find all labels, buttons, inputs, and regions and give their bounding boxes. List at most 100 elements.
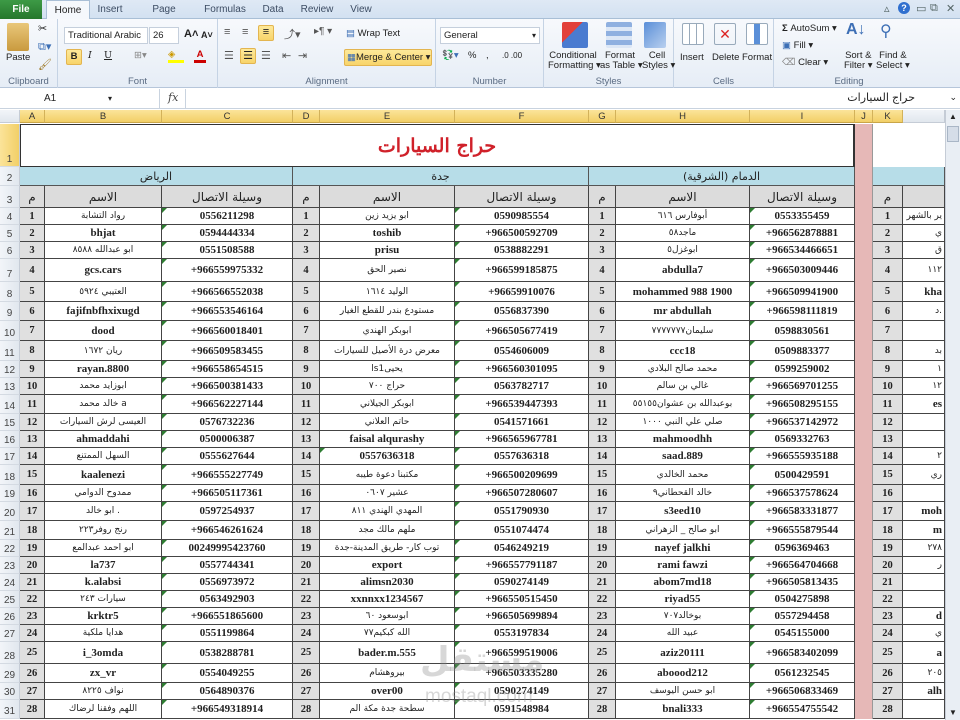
name-cell[interactable]: moh <box>903 502 945 521</box>
row-number[interactable]: 7 <box>20 321 45 341</box>
name-cell[interactable]: ملهم مالك مجد <box>320 521 455 540</box>
format-painter-icon[interactable]: 🖌 <box>38 58 52 71</box>
contact-cell[interactable]: +966537578624 <box>750 485 855 502</box>
align-right-icon[interactable]: ☰ <box>261 49 271 62</box>
scroll-down-arrow-icon[interactable]: ▼ <box>948 708 958 718</box>
row-number[interactable]: 22 <box>293 591 320 608</box>
format-button[interactable]: Format <box>742 52 772 63</box>
row-number[interactable]: 23 <box>293 608 320 625</box>
name-cell[interactable]: سيارات ٢٤٣ <box>45 591 162 608</box>
cell-styles-button[interactable]: Cell Styles ▾ <box>642 51 675 71</box>
contact-cell[interactable]: 0554049255 <box>162 664 293 683</box>
name-cell[interactable]: ي <box>903 625 945 642</box>
row-number[interactable]: 13 <box>20 431 45 448</box>
row-number[interactable]: 1 <box>20 208 45 225</box>
contact-cell[interactable]: 0590274149 <box>455 574 589 591</box>
row-number[interactable]: 16 <box>20 485 45 502</box>
row-number[interactable]: 9 <box>20 361 45 378</box>
row-number[interactable]: 18 <box>20 521 45 540</box>
contact-cell[interactable]: 0554606009 <box>455 341 589 361</box>
name-cell[interactable]: es <box>903 395 945 414</box>
row-number[interactable]: 28 <box>873 700 903 719</box>
column-header-f[interactable]: F <box>455 110 589 123</box>
name-cell[interactable]: اللهم وفقنا لرضاك <box>45 700 162 719</box>
contact-cell[interactable]: +966551865600 <box>162 608 293 625</box>
name-cell[interactable]: krktr5 <box>45 608 162 625</box>
name-cell[interactable]: over00 <box>320 683 455 700</box>
name-cell[interactable]: ق <box>903 242 945 259</box>
name-cell[interactable]: بوعبدالله بن عشوان٥٥١٥٥ <box>616 395 750 414</box>
contact-cell[interactable]: +966560301095 <box>455 361 589 378</box>
window-minimize-icon[interactable]: ▭ <box>916 2 926 15</box>
row-header[interactable]: 10 <box>0 321 20 341</box>
row-header[interactable]: 2 <box>0 167 20 186</box>
row-number[interactable]: 13 <box>293 431 320 448</box>
row-number[interactable]: 5 <box>873 282 903 302</box>
row-number[interactable]: 21 <box>589 574 616 591</box>
row-number[interactable]: 10 <box>293 378 320 395</box>
sort-filter-icon[interactable]: A↓ <box>846 21 866 39</box>
name-cell[interactable] <box>903 414 945 431</box>
row-number[interactable]: 14 <box>873 448 903 465</box>
row-number[interactable]: 26 <box>589 664 616 683</box>
row-number[interactable]: 2 <box>20 225 45 242</box>
name-cell[interactable]: nayef jalkhi <box>616 540 750 557</box>
row-header[interactable]: 6 <box>0 242 20 259</box>
contact-cell[interactable]: +966583331877 <box>750 502 855 521</box>
cut-icon[interactable]: ✂ <box>38 22 47 35</box>
borders-icon[interactable]: ⊞▾ <box>134 50 147 61</box>
contact-cell[interactable]: 0551199864 <box>162 625 293 642</box>
contact-cell[interactable]: +966598111819 <box>750 302 855 321</box>
name-cell[interactable]: ahmaddahi <box>45 431 162 448</box>
row-header[interactable]: 29 <box>0 664 20 683</box>
name-cell[interactable]: السهل الممتنع <box>45 448 162 465</box>
tab-view[interactable]: View <box>346 0 376 19</box>
row-number[interactable]: 24 <box>293 625 320 642</box>
contact-cell[interactable]: 0500429591 <box>750 465 855 485</box>
row-number[interactable]: 14 <box>293 448 320 465</box>
name-cell[interactable]: export <box>320 557 455 574</box>
row-number[interactable]: 3 <box>20 242 45 259</box>
comma-button[interactable]: , <box>486 50 489 61</box>
name-cell[interactable]: saad.889 <box>616 448 750 465</box>
row-number[interactable]: 11 <box>20 395 45 414</box>
font-size-select[interactable]: 26 <box>149 27 179 44</box>
name-cell[interactable]: mohammed 988 1900 <box>616 282 750 302</box>
name-cell[interactable]: ٢٧٨ <box>903 540 945 557</box>
fill-color-icon[interactable]: ◈ <box>168 49 184 63</box>
row-number[interactable]: 20 <box>589 557 616 574</box>
row-number[interactable]: 3 <box>293 242 320 259</box>
grow-font-button[interactable]: A˄ <box>184 28 198 40</box>
row-header[interactable]: 16 <box>0 431 20 448</box>
contact-cell[interactable]: +96659910076 <box>455 282 589 302</box>
delete-button[interactable]: Delete <box>712 52 739 63</box>
row-header[interactable]: 13 <box>0 378 20 395</box>
contact-cell[interactable]: 0597254937 <box>162 502 293 521</box>
help-icon[interactable]: ? <box>898 2 910 14</box>
row-number[interactable]: 17 <box>293 502 320 521</box>
row-number[interactable]: 27 <box>589 683 616 700</box>
column-header-c[interactable]: C <box>162 110 293 123</box>
title-cell[interactable]: حراج السيارات <box>20 124 855 167</box>
contact-cell[interactable]: 0551074474 <box>455 521 589 540</box>
contact-cell[interactable]: 0557294458 <box>750 608 855 625</box>
row-header[interactable]: 27 <box>0 625 20 642</box>
row-number[interactable]: 2 <box>873 225 903 242</box>
fx-icon[interactable]: fx <box>168 91 178 104</box>
contact-cell[interactable]: 0556211298 <box>162 208 293 225</box>
scroll-thumb[interactable] <box>947 126 959 142</box>
row-number[interactable]: 12 <box>293 414 320 431</box>
row-number[interactable]: 18 <box>589 521 616 540</box>
row-header[interactable]: 31 <box>0 700 20 719</box>
column-header-e[interactable]: E <box>320 110 455 123</box>
row-number[interactable]: 25 <box>873 642 903 664</box>
row-number[interactable]: 7 <box>293 321 320 341</box>
row-number[interactable]: 11 <box>873 395 903 414</box>
scroll-up-arrow-icon[interactable]: ▲ <box>948 112 958 122</box>
row-number[interactable]: 21 <box>293 574 320 591</box>
paste-button[interactable]: Paste <box>6 52 30 63</box>
row-header[interactable]: 8 <box>0 282 20 302</box>
row-header[interactable]: 11 <box>0 341 20 361</box>
shrink-font-button[interactable]: A˅ <box>201 30 213 40</box>
row-number[interactable]: 13 <box>589 431 616 448</box>
